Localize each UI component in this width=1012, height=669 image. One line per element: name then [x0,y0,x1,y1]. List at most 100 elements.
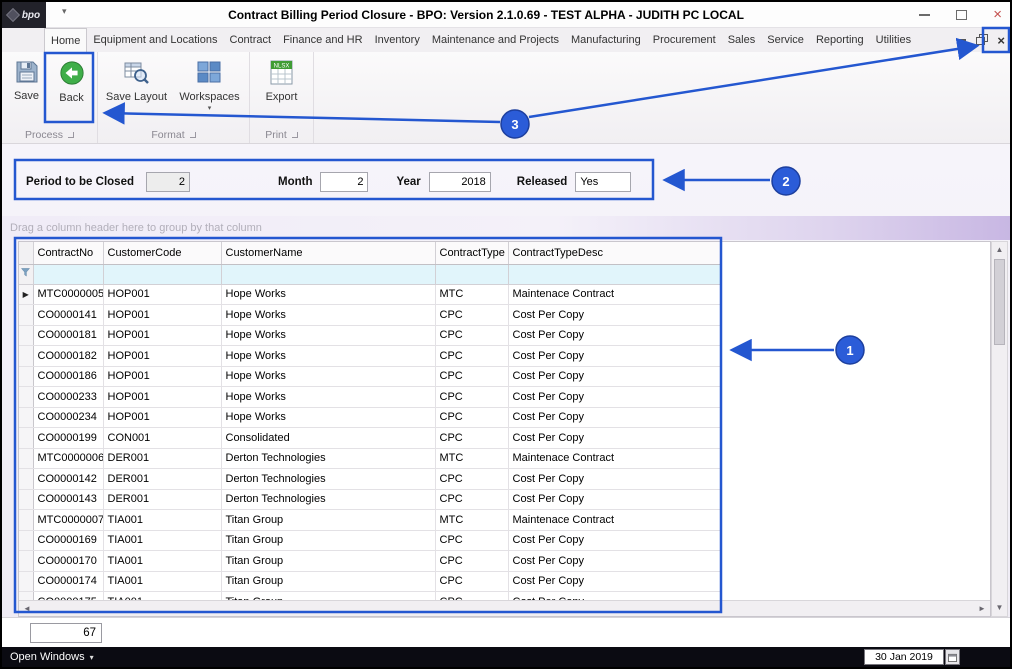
cell[interactable]: Cost Per Copy [508,366,721,387]
cell[interactable]: Titan Group [221,530,435,551]
cell[interactable]: MTC0000005 [33,284,103,305]
horizontal-scroll-track[interactable] [35,601,974,616]
column-header-contracttypedesc[interactable]: ContractTypeDesc [508,242,721,264]
column-header-contractno[interactable]: ContractNo [33,242,103,264]
calendar-button[interactable] [945,649,960,665]
cell[interactable]: Titan Group [221,551,435,572]
cell[interactable]: TIA001 [103,592,221,601]
cell[interactable]: TIA001 [103,530,221,551]
cell[interactable]: HOP001 [103,305,221,326]
tab-manufacturing[interactable]: Manufacturing [565,28,647,52]
table-row[interactable]: CO0000143DER001Derton TechnologiesCPCCos… [19,489,721,510]
cell[interactable]: Derton Technologies [221,448,435,469]
column-header-contracttype[interactable]: ContractType [435,242,508,264]
cell[interactable]: Cost Per Copy [508,469,721,490]
cell[interactable]: CO0000142 [33,469,103,490]
cell[interactable]: DER001 [103,448,221,469]
period-to-be-closed-input[interactable] [146,172,190,192]
cell[interactable]: Titan Group [221,510,435,531]
cell[interactable]: Cost Per Copy [508,551,721,572]
table-row[interactable]: CO0000186HOP001Hope WorksCPCCost Per Cop… [19,366,721,387]
cell[interactable]: CPC [435,428,508,449]
cell[interactable]: CO0000169 [33,530,103,551]
tab-reporting[interactable]: Reporting [810,28,870,52]
cell[interactable]: HOP001 [103,407,221,428]
cell[interactable]: HOP001 [103,325,221,346]
cell[interactable]: CO0000141 [33,305,103,326]
cell[interactable]: CO0000170 [33,551,103,572]
scroll-left-icon[interactable]: ◄ [19,604,35,613]
cell[interactable]: CPC [435,305,508,326]
cell[interactable]: DER001 [103,469,221,490]
horizontal-scrollbar[interactable]: ◄ ► [19,600,990,616]
date-field[interactable]: 30 Jan 2019 [864,649,944,665]
cell[interactable]: Cost Per Copy [508,489,721,510]
cell[interactable]: MTC [435,284,508,305]
cell[interactable]: Consolidated [221,428,435,449]
tab-maintenance-and-projects[interactable]: Maintenance and Projects [426,28,565,52]
open-windows-dropdown-icon[interactable]: ▾ [90,653,94,662]
tab-home[interactable]: Home [44,28,87,52]
vertical-scroll-thumb[interactable] [994,259,1005,345]
cell[interactable]: MTC [435,510,508,531]
open-windows-button[interactable]: Open Windows [10,651,85,663]
month-input[interactable] [320,172,368,192]
cell[interactable]: CON001 [103,428,221,449]
filter-cell[interactable] [103,264,221,284]
cell[interactable]: CO0000233 [33,387,103,408]
table-row[interactable]: CO0000199CON001ConsolidatedCPCCost Per C… [19,428,721,449]
maximize-icon[interactable] [956,10,967,20]
group-launcher-icon[interactable] [292,132,298,138]
cell[interactable]: Hope Works [221,284,435,305]
filter-cell[interactable] [508,264,721,284]
cell[interactable]: Cost Per Copy [508,387,721,408]
cell[interactable]: CPC [435,366,508,387]
cell[interactable]: CPC [435,592,508,601]
save-layout-button[interactable]: Save Layout [101,57,173,126]
cell[interactable]: CPC [435,325,508,346]
group-launcher-icon[interactable] [190,132,196,138]
cell[interactable]: Derton Technologies [221,489,435,510]
cell[interactable]: Cost Per Copy [508,592,721,601]
table-row[interactable]: CO0000141HOP001Hope WorksCPCCost Per Cop… [19,305,721,326]
cell[interactable]: CO0000181 [33,325,103,346]
table-row[interactable]: CO0000174TIA001Titan GroupCPCCost Per Co… [19,571,721,592]
tab-sales[interactable]: Sales [722,28,762,52]
cell[interactable]: HOP001 [103,366,221,387]
released-input[interactable] [575,172,631,192]
cell[interactable]: CPC [435,387,508,408]
cell[interactable]: TIA001 [103,571,221,592]
scroll-right-icon[interactable]: ► [974,604,990,613]
cell[interactable]: MTC0000007 [33,510,103,531]
cell[interactable]: TIA001 [103,551,221,572]
workspaces-dropdown-icon[interactable]: ▾ [208,104,212,112]
cell[interactable]: HOP001 [103,284,221,305]
table-row[interactable]: CO0000142DER001Derton TechnologiesCPCCos… [19,469,721,490]
tab-contract[interactable]: Contract [224,28,278,52]
cell[interactable]: CPC [435,571,508,592]
cell[interactable]: CO0000174 [33,571,103,592]
cell[interactable]: Cost Per Copy [508,346,721,367]
cell[interactable]: Hope Works [221,325,435,346]
table-row[interactable]: CO0000175TIA001Titan GroupCPCCost Per Co… [19,592,721,601]
back-button[interactable]: Back [49,57,95,126]
cell[interactable]: CPC [435,469,508,490]
tab-finance-and-hr[interactable]: Finance and HR [277,28,369,52]
cell[interactable]: Titan Group [221,592,435,601]
cell[interactable]: CO0000182 [33,346,103,367]
table-row[interactable]: CO0000234HOP001Hope WorksCPCCost Per Cop… [19,407,721,428]
cell[interactable]: CO0000175 [33,592,103,601]
group-launcher-icon[interactable] [68,132,74,138]
cell[interactable]: MTC [435,448,508,469]
group-by-panel[interactable]: Drag a column header here to group by th… [2,216,1010,240]
filter-cell[interactable] [435,264,508,284]
cell[interactable]: Hope Works [221,407,435,428]
minimize-icon[interactable] [919,14,930,16]
tab-inventory[interactable]: Inventory [369,28,426,52]
cell[interactable]: Hope Works [221,387,435,408]
table-row[interactable]: CO0000170TIA001Titan GroupCPCCost Per Co… [19,551,721,572]
table-row[interactable]: CO0000169TIA001Titan GroupCPCCost Per Co… [19,530,721,551]
cell[interactable]: CO0000186 [33,366,103,387]
export-button[interactable]: NLSX Export [253,57,311,126]
close-icon[interactable]: × [993,2,1002,28]
